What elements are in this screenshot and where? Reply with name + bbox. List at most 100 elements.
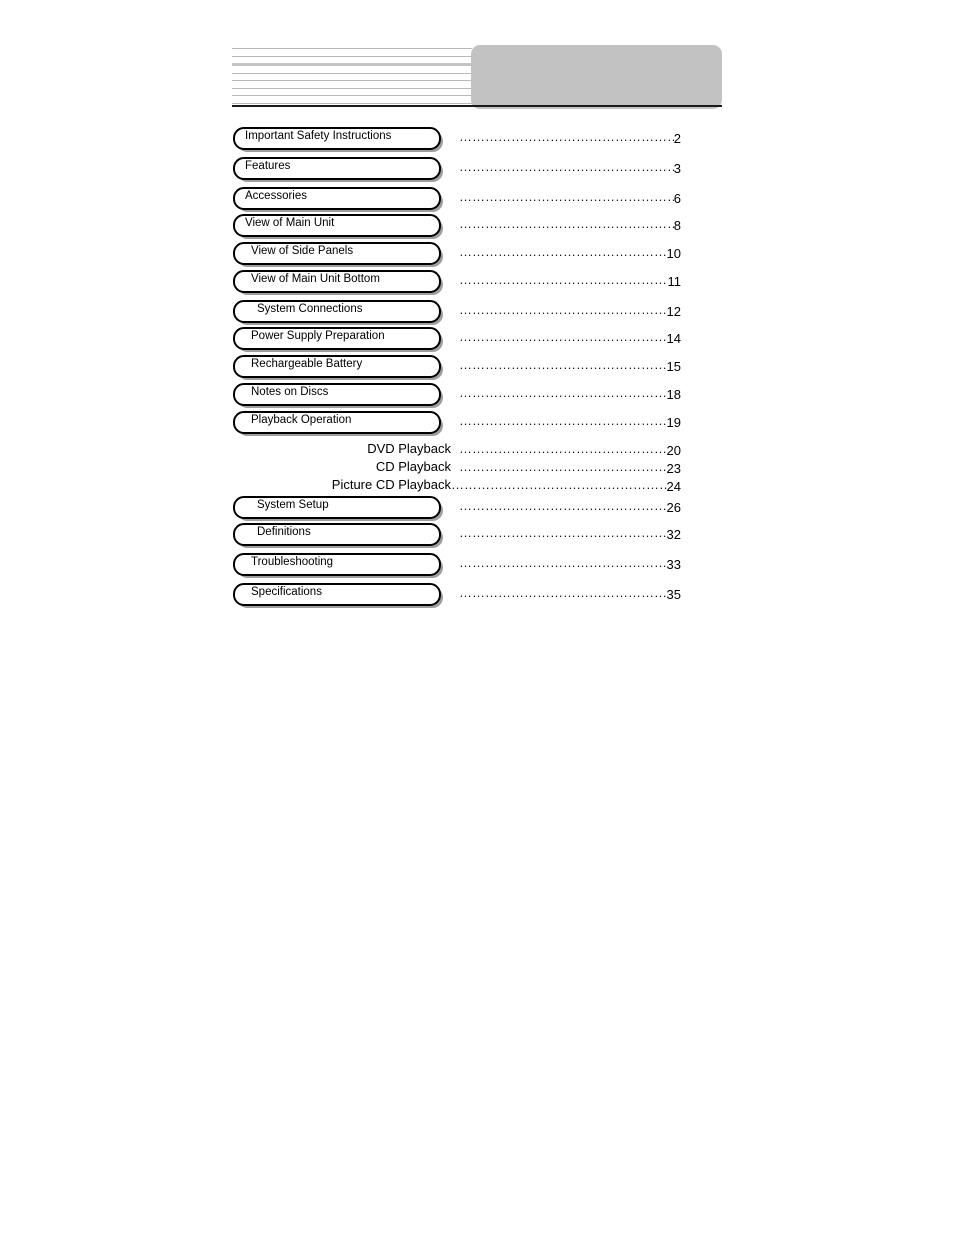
header-line-1 xyxy=(232,48,472,49)
leader-dots: …………………………………………… xyxy=(459,160,674,173)
toc-row: Definitions …………………………………………… 32 xyxy=(0,523,954,548)
toc-entry-button[interactable]: View of Main Unit Bottom xyxy=(233,270,443,295)
leader-dots: …………………………………………… xyxy=(459,460,667,473)
toc-entry-button[interactable]: Features xyxy=(233,157,443,182)
toc-leader: …………………………………………… 32 xyxy=(459,523,681,546)
toc-row: Important Safety Instructions ……………………………… xyxy=(0,127,954,152)
toc-entry-button[interactable]: Notes on Discs xyxy=(233,383,443,408)
toc-entry-label: Definitions xyxy=(257,526,311,538)
header-line-2 xyxy=(232,55,472,57)
toc-leader: …………………………………………… 10 xyxy=(459,242,681,265)
toc-entry-label: View of Side Panels xyxy=(251,245,354,257)
toc-entry-button[interactable]: System Setup xyxy=(233,496,443,521)
header-decorative-lines xyxy=(232,48,472,104)
toc-page-number: 2 xyxy=(673,131,681,146)
toc-entry-button[interactable]: Definitions xyxy=(233,523,443,548)
toc-row: Rechargeable Battery …………………………………………… 15 xyxy=(0,355,954,380)
page-header xyxy=(232,40,722,112)
toc-entry-button[interactable]: Rechargeable Battery xyxy=(233,355,443,380)
toc-page-number: 14 xyxy=(666,331,681,346)
toc-leader: …………………………………………… 2 xyxy=(459,127,681,150)
toc-row: Playback Operation …………………………………………… 19 xyxy=(0,411,954,436)
toc-entry-button[interactable]: Playback Operation xyxy=(233,411,443,436)
toc-entry-button[interactable]: System Connections xyxy=(233,300,443,325)
leader-dots: …………………………………………… xyxy=(459,526,667,539)
toc-page-number: 6 xyxy=(673,191,681,206)
toc-page-number: 8 xyxy=(673,218,681,233)
toc-row: Accessories …………………………………………… 6 xyxy=(0,187,954,212)
leader-dots: …………………………………………… xyxy=(459,414,667,427)
leader-dots: …………………………………………… xyxy=(459,303,667,316)
leader-dots: …………………………………………… xyxy=(459,386,667,399)
toc-entry-label: Specifications xyxy=(251,586,322,598)
header-line-4 xyxy=(232,72,472,74)
toc-entry-label: Features xyxy=(245,160,291,172)
leader-dots: …………………………………………… xyxy=(459,190,674,203)
toc-subentry-label[interactable]: Picture CD Playback xyxy=(233,475,451,495)
toc-entry-button[interactable]: View of Side Panels xyxy=(233,242,443,267)
leader-dots: …………………………………………… xyxy=(459,586,667,599)
leader-dots: …………………………………………… xyxy=(459,330,667,343)
leader-dots: …………………………………………… xyxy=(459,273,668,286)
toc-leader: …………………………………………… 26 xyxy=(459,496,681,519)
toc-leader: …………………………………………… 12 xyxy=(459,300,681,323)
leader-dots: …………………………………………… xyxy=(459,217,674,230)
leader-dots: …………………………………………… xyxy=(459,130,674,143)
toc-row: System Connections …………………………………………… 12 xyxy=(0,300,954,325)
toc-leader: …………………………………………… 3 xyxy=(459,157,681,180)
toc-page-number: 19 xyxy=(666,415,681,430)
toc-entry-label: View of Main Unit xyxy=(245,217,335,229)
header-divider-rule xyxy=(232,105,722,107)
toc-page-number: 23 xyxy=(666,461,681,476)
toc-row: Specifications …………………………………………… 35 xyxy=(0,583,954,608)
toc-entry-label: Notes on Discs xyxy=(251,386,329,398)
toc-entry-button[interactable]: Specifications xyxy=(233,583,443,608)
leader-dots: ………………………………………………… xyxy=(451,478,667,491)
toc-subentry-label[interactable]: DVD Playback xyxy=(233,439,451,459)
toc-page-number: 3 xyxy=(673,161,681,176)
toc-page-number: 32 xyxy=(666,527,681,542)
toc-page-number: 11 xyxy=(667,274,682,289)
toc-page-number: 35 xyxy=(666,587,681,602)
toc-entry-button[interactable]: Power Supply Preparation xyxy=(233,327,443,352)
toc-entry-button[interactable]: Accessories xyxy=(233,187,443,212)
toc-page-number: 20 xyxy=(666,443,681,458)
leader-dots: …………………………………………… xyxy=(459,442,667,455)
toc-entry-label: Rechargeable Battery xyxy=(251,358,363,370)
toc-row: Notes on Discs …………………………………………… 18 xyxy=(0,383,954,408)
toc-page-number: 24 xyxy=(666,479,681,494)
toc-page-number: 18 xyxy=(666,387,681,402)
leader-dots: …………………………………………… xyxy=(459,499,667,512)
header-line-3 xyxy=(232,63,472,67)
toc-leader: …………………………………………… 19 xyxy=(459,411,681,434)
toc-page-number: 15 xyxy=(666,359,681,374)
toc-entry-button[interactable]: View of Main Unit xyxy=(233,214,443,239)
toc-entry-label: System Connections xyxy=(257,303,363,315)
toc-subentry-label[interactable]: CD Playback xyxy=(233,457,451,477)
toc-page-number: 10 xyxy=(666,246,681,261)
header-line-8 xyxy=(232,102,472,104)
toc-entry-label: View of Main Unit Bottom xyxy=(251,273,380,285)
toc-leader: …………………………………………… 15 xyxy=(459,355,681,378)
toc-page-number: 33 xyxy=(666,557,681,572)
toc-row: Features …………………………………………… 3 xyxy=(0,157,954,182)
toc-row: View of Main Unit Bottom …………………………………………… xyxy=(0,270,954,295)
toc-entry-label: Accessories xyxy=(245,190,307,202)
header-line-5 xyxy=(232,80,472,82)
toc-leader: …………………………………………… 6 xyxy=(459,187,681,210)
toc-entry-label: Power Supply Preparation xyxy=(251,330,385,342)
toc-page-number: 26 xyxy=(666,500,681,515)
toc-leader: …………………………………………… 35 xyxy=(459,583,681,606)
toc-leader: …………………………………………… 18 xyxy=(459,383,681,406)
toc-leader: …………………………………………… 14 xyxy=(459,327,681,350)
leader-dots: …………………………………………… xyxy=(459,556,667,569)
toc-leader: …………………………………………… 8 xyxy=(459,214,681,237)
toc-entry-label: Playback Operation xyxy=(251,414,352,426)
toc-row: View of Side Panels …………………………………………… 10 xyxy=(0,242,954,267)
toc-entry-label: System Setup xyxy=(257,499,329,511)
toc-entry-button[interactable]: Troubleshooting xyxy=(233,553,443,578)
toc-entry-button[interactable]: Important Safety Instructions xyxy=(233,127,443,152)
header-title-placeholder-box xyxy=(471,45,722,109)
toc-page-number: 12 xyxy=(666,304,681,319)
toc-entry-label: Troubleshooting xyxy=(251,556,334,568)
